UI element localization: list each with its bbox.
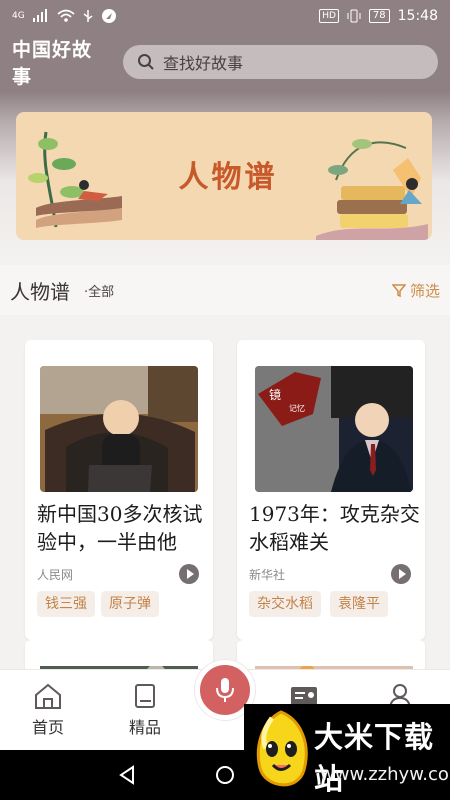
nav-premium[interactable]: 精品: [110, 682, 180, 738]
section-header: 人物谱 ·全部 筛选: [0, 265, 450, 315]
status-bar: 4G HD 78 15:48: [0, 0, 450, 32]
filter-button[interactable]: 筛选: [391, 280, 440, 301]
story-card-preview[interactable]: [237, 640, 425, 669]
story-image: [40, 366, 198, 492]
usb-icon: [83, 10, 93, 22]
location-icon: [101, 9, 116, 23]
search-placeholder: 查找好故事: [162, 54, 243, 73]
search-bar[interactable]: 查找好故事: [122, 45, 438, 79]
status-right: HD 78 15:48: [319, 8, 438, 24]
nav-home[interactable]: 首页: [13, 682, 83, 738]
battery-indicator: 78: [368, 9, 390, 23]
banner-area: 人物谱: [0, 92, 450, 265]
book-icon: [135, 684, 155, 708]
hd-badge: HD: [319, 9, 339, 23]
story-tag[interactable]: 钱三强: [37, 591, 95, 617]
app-header: 中国好故事 查找好故事: [0, 32, 450, 92]
signal-icon: [32, 9, 47, 22]
story-card[interactable]: 镜 记忆 1973年：攻克杂交水稻难关 新华社 杂交水稻 袁隆平: [237, 340, 425, 640]
watermark-title: 大米下载站: [314, 720, 435, 796]
banner-title: 人物谱: [178, 160, 278, 195]
home-circle-icon[interactable]: [215, 765, 235, 785]
filter-icon: [391, 283, 406, 297]
network-label: 4G: [12, 10, 25, 21]
story-source: 人民网: [37, 568, 74, 582]
story-source: 新华社: [249, 568, 286, 582]
svg-text:记忆: 记忆: [289, 403, 305, 413]
wifi-icon: [57, 9, 75, 22]
book-illustration-right: [316, 139, 428, 240]
story-title: 1973年：攻克杂交水稻难关: [249, 502, 420, 554]
watermark-url: www.zzhyw.com: [320, 764, 450, 785]
story-tag[interactable]: 原子弹: [101, 591, 159, 617]
microphone-icon: [216, 678, 234, 702]
story-card[interactable]: 新中国30多次核试验中，一半由他 人民网 钱三强 原子弹: [25, 340, 213, 640]
play-icon[interactable]: [179, 564, 199, 584]
story-title: 新中国30多次核试验中，一半由他: [37, 502, 203, 554]
svg-text:镜: 镜: [269, 387, 281, 402]
story-tag[interactable]: 袁隆平: [330, 591, 388, 617]
story-tag[interactable]: 杂交水稻: [249, 591, 321, 617]
section-title: 人物谱: [10, 279, 70, 304]
card-grid: 新中国30多次核试验中，一半由他 人民网 钱三强 原子弹 镜 记忆 1973年：…: [0, 315, 450, 669]
play-icon[interactable]: [391, 564, 411, 584]
home-icon: [35, 683, 61, 709]
search-icon: [137, 54, 154, 70]
book-illustration-left: [28, 131, 122, 228]
story-image: 镜 记忆: [255, 366, 413, 492]
nav-premium-label: 精品: [128, 718, 161, 737]
category-filter-all[interactable]: ·全部: [84, 281, 114, 300]
status-left: 4G: [12, 8, 117, 24]
status-time: 15:48: [397, 8, 438, 24]
nav-home-label: 首页: [31, 718, 64, 737]
vibrate-icon: [347, 9, 361, 23]
mascot-icon: [256, 710, 308, 787]
banner[interactable]: 人物谱: [16, 112, 432, 240]
filter-label: 筛选: [409, 281, 440, 300]
app-title: 中国好故事: [12, 39, 93, 88]
story-card-preview[interactable]: [25, 640, 213, 669]
watermark: 大米下载站 www.zzhyw.com: [244, 704, 450, 800]
back-icon[interactable]: [118, 765, 136, 785]
